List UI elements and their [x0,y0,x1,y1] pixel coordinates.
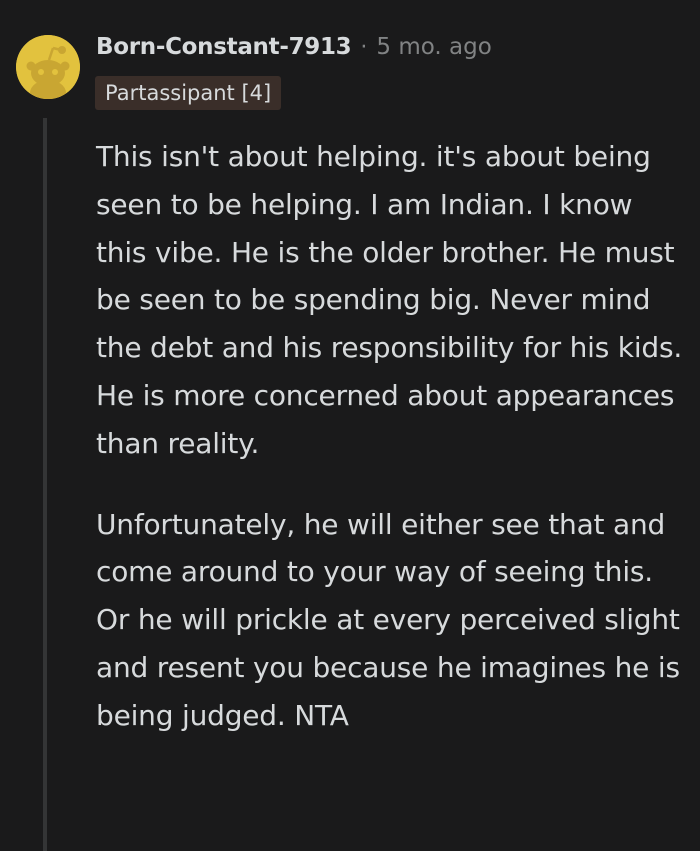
comment-paragraph: This isn't about helping. it's about bei… [96,140,683,460]
thread-line[interactable] [43,118,47,851]
author-username[interactable]: Born-Constant-7913 [96,34,352,60]
comment: Born-Constant-7913 · 5 mo. ago Partassip… [0,0,700,851]
user-flair: Partassipant [4] [95,76,282,110]
comment-meta: Born-Constant-7913 · 5 mo. ago [96,30,492,64]
snoo-avatar-icon[interactable] [16,35,80,99]
meta-separator: · [360,34,368,60]
comment-body: This isn't about helping. it's about bei… [96,133,686,740]
comment-paragraph: Unfortunately, he will either see that a… [96,507,680,732]
comment-timestamp[interactable]: 5 mo. ago [376,34,491,60]
